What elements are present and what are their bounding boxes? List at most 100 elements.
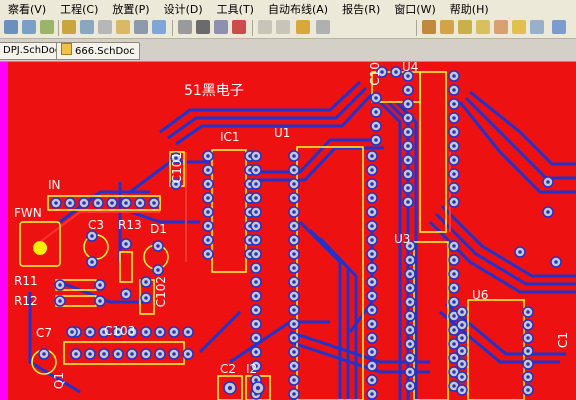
pad-hole xyxy=(206,196,210,200)
pad-hole xyxy=(98,299,102,303)
via-icon[interactable] xyxy=(476,20,490,34)
cut-icon[interactable] xyxy=(80,20,94,34)
pad-hole xyxy=(254,168,258,172)
label-r11: R11 xyxy=(14,274,38,288)
pad-hole xyxy=(370,378,374,382)
board-edge xyxy=(0,62,8,400)
pad-hole xyxy=(406,200,410,204)
pad-hole xyxy=(254,210,258,214)
pad-hole xyxy=(292,378,296,382)
pad-hole xyxy=(206,154,210,158)
pad-hole xyxy=(406,186,410,190)
pad-hole xyxy=(227,385,233,391)
pad-hole xyxy=(254,280,258,284)
select-area-icon[interactable] xyxy=(178,20,192,34)
pad-hole xyxy=(370,392,374,396)
menu-reports[interactable]: 报告(R) xyxy=(342,1,380,17)
pad-hole xyxy=(158,352,162,356)
save-icon[interactable] xyxy=(22,20,36,34)
fill-icon[interactable] xyxy=(494,20,508,34)
pad-hole xyxy=(292,266,296,270)
label-u3: U3 xyxy=(394,232,411,246)
deselect-icon[interactable] xyxy=(214,20,228,34)
move-icon[interactable] xyxy=(196,20,210,34)
open-icon[interactable] xyxy=(4,20,18,34)
pad-hole xyxy=(406,144,410,148)
clear-icon[interactable] xyxy=(232,20,246,34)
label-fwn: FWN xyxy=(14,206,42,220)
paste-icon[interactable] xyxy=(116,20,130,34)
label-c10: C10 xyxy=(368,62,382,86)
pad-hole xyxy=(186,330,190,334)
pad-hole xyxy=(406,88,410,92)
menu-place[interactable]: 放置(P) xyxy=(112,1,149,17)
pad-hole xyxy=(102,352,106,356)
browse-icon[interactable] xyxy=(316,20,330,34)
chart-icon[interactable] xyxy=(552,20,566,34)
pad-hole xyxy=(546,210,550,214)
component-icon[interactable] xyxy=(530,20,544,34)
undo-icon[interactable] xyxy=(258,20,272,34)
pcb-canvas[interactable]: 51黑电子 IC1 U1 U3 U4 U6 IN FWN C3 R13 D1 R… xyxy=(0,62,576,400)
pad-hole xyxy=(408,370,412,374)
tab-666-schdoc[interactable]: 666.SchDoc xyxy=(56,42,140,60)
pad-hole xyxy=(370,336,374,340)
pcb-board[interactable] xyxy=(0,62,576,400)
pad-hole xyxy=(158,330,162,334)
label-c3: C3 xyxy=(88,218,105,232)
pad-hole xyxy=(526,388,530,392)
filter-icon[interactable] xyxy=(152,20,166,34)
redo-icon[interactable] xyxy=(276,20,290,34)
pad-hole xyxy=(374,124,378,128)
document-tab-bar: DPJ.SchDoc 666.SchDoc xyxy=(0,39,576,62)
menu-window[interactable]: 窗口(W) xyxy=(394,1,435,17)
pad-hole xyxy=(82,201,86,205)
pad-hole xyxy=(452,244,456,248)
pad-hole xyxy=(408,300,412,304)
pad-hole xyxy=(370,182,374,186)
menu-design[interactable]: 设计(D) xyxy=(164,1,203,17)
label-r12: R12 xyxy=(14,294,38,308)
pad-hole xyxy=(292,364,296,368)
pad-hole xyxy=(138,201,142,205)
pad-icon[interactable] xyxy=(458,20,472,34)
pad-hole xyxy=(206,168,210,172)
pad-hole xyxy=(254,336,258,340)
menu-autoroute[interactable]: 自动布线(A) xyxy=(268,1,328,17)
pad-hole xyxy=(54,201,58,205)
menu-tools[interactable]: 工具(T) xyxy=(217,1,254,17)
pad-hole xyxy=(394,70,398,74)
pad-hole xyxy=(96,201,100,205)
print-icon[interactable] xyxy=(40,20,54,34)
string-icon[interactable] xyxy=(512,20,526,34)
pad-hole xyxy=(518,250,522,254)
pad-hole xyxy=(255,385,261,391)
pad-hole xyxy=(370,266,374,270)
pad-hole xyxy=(452,370,456,374)
pad-hole xyxy=(370,252,374,256)
pad-hole xyxy=(452,88,456,92)
menu-bar: 察看(V) 工程(C) 放置(P) 设计(D) 工具(T) 自动布线(A) 报告… xyxy=(0,0,576,19)
crossprobe-icon[interactable] xyxy=(296,20,310,34)
pad-hole xyxy=(370,210,374,214)
menu-project[interactable]: 工程(C) xyxy=(60,1,98,17)
pad-hole xyxy=(452,144,456,148)
pad-hole xyxy=(42,352,46,356)
menu-help[interactable]: 帮助(H) xyxy=(450,1,489,17)
pad-hole xyxy=(452,200,456,204)
route-icon[interactable] xyxy=(422,20,436,34)
zoom-icon[interactable] xyxy=(62,20,76,34)
label-u4: U4 xyxy=(402,62,419,74)
tab-label: 666.SchDoc xyxy=(75,46,135,57)
pad-hole xyxy=(526,349,530,353)
pad-hole xyxy=(374,110,378,114)
pad-hole xyxy=(70,330,74,334)
pad-hole xyxy=(526,336,530,340)
label-q1: Q1 xyxy=(52,372,66,390)
pad-hole xyxy=(254,294,258,298)
menu-view[interactable]: 察看(V) xyxy=(8,1,46,17)
arc-icon[interactable] xyxy=(440,20,454,34)
pad-hole xyxy=(370,196,374,200)
rubber-stamp-icon[interactable] xyxy=(134,20,148,34)
copy-icon[interactable] xyxy=(98,20,112,34)
